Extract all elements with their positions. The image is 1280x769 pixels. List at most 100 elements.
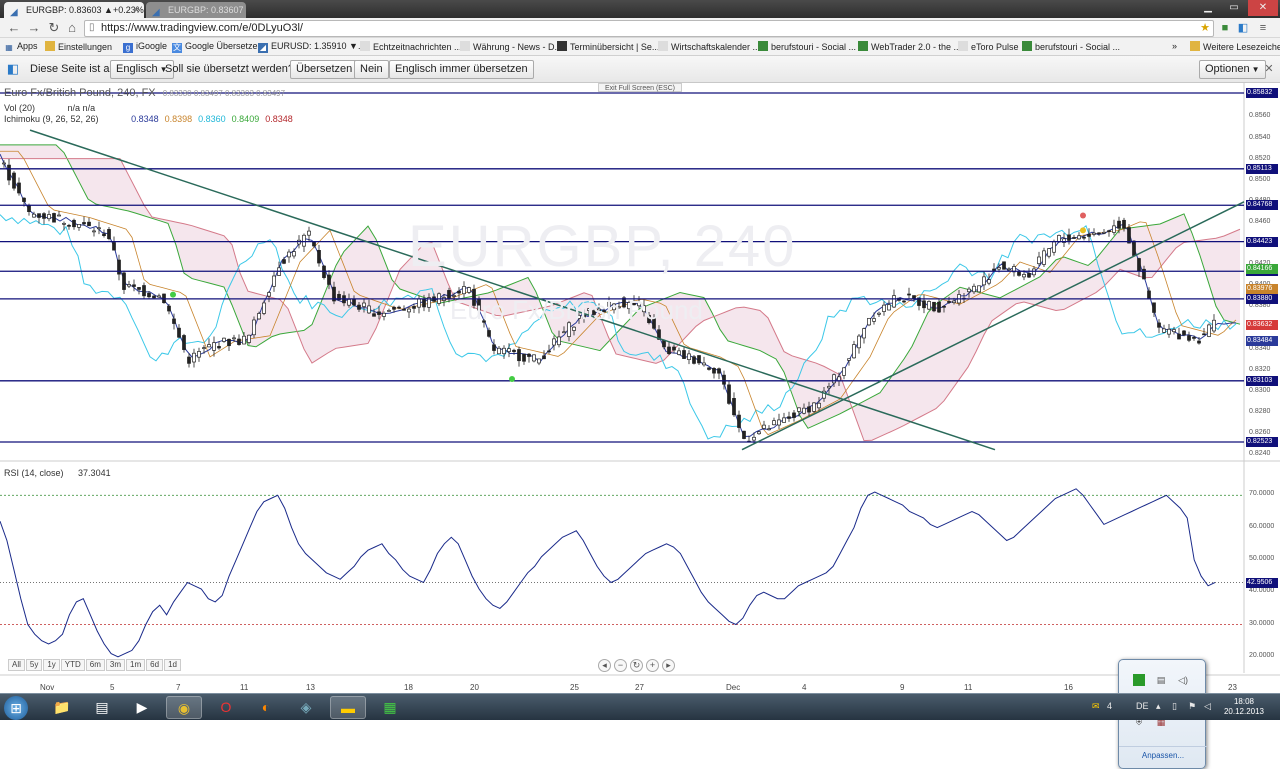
bookmark-etoro[interactable]: eToro Pulse: [958, 41, 1019, 52]
signal-marker: [509, 376, 515, 383]
zoom-in-icon[interactable]: +: [646, 659, 659, 672]
timeframe-button[interactable]: YTD: [60, 659, 85, 671]
customize-link[interactable]: Anpassen...: [1119, 746, 1207, 760]
firefox-icon[interactable]: ◐: [248, 696, 284, 719]
price-tick-label: 0.8500: [1249, 175, 1271, 183]
opera-icon[interactable]: O: [208, 696, 244, 719]
bookmark-echtzeit[interactable]: Echtzeitnachrichten ...: [360, 41, 462, 52]
chrome-icon[interactable]: ◉: [166, 696, 202, 719]
timeframe-button[interactable]: All: [8, 659, 25, 671]
extension-icon[interactable]: ■: [1218, 21, 1232, 35]
explorer-icon[interactable]: 📁: [44, 696, 80, 719]
candle-body: [22, 197, 26, 202]
options-button[interactable]: Optionen ▼: [1199, 60, 1266, 79]
url-field[interactable]: ▯ https://www.tradingview.com/e/0DLyuO3l…: [84, 20, 1214, 37]
candle-body: [1042, 250, 1046, 265]
translate-prefix: Diese Seite ist auf: [30, 63, 119, 75]
green-app-icon[interactable]: [1133, 674, 1145, 686]
candle-body: [307, 230, 311, 236]
bookmark-webtrader[interactable]: WebTrader 2.0 - the ...: [858, 41, 961, 52]
candle-body: [1027, 273, 1031, 278]
ichimoku-value: 0.8409: [231, 114, 260, 124]
zoom-out-icon[interactable]: −: [614, 659, 627, 672]
network-icon[interactable]: ▯: [1172, 701, 1177, 712]
volume-legend[interactable]: Vol (20) n/a n/a: [4, 103, 95, 113]
minimize-icon[interactable]: ▁: [1196, 0, 1220, 16]
candle-body: [517, 349, 521, 362]
candle-body: [412, 306, 416, 309]
windows-start-icon[interactable]: ⊞: [4, 696, 28, 720]
device-icon[interactable]: ▤: [1155, 674, 1167, 686]
speaker-icon[interactable]: ◁): [1177, 674, 1189, 686]
volume-icon[interactable]: ◁: [1204, 701, 1211, 712]
bookmark-igoogle[interactable]: g iGoogle: [123, 41, 167, 53]
bookmark-weitere[interactable]: Weitere Lesezeichen: [1190, 41, 1280, 52]
always-translate-button[interactable]: Englisch immer übersetzen: [389, 60, 534, 79]
language-select[interactable]: Englisch ▼: [110, 60, 174, 79]
mail-icon[interactable]: ✉: [1092, 701, 1100, 712]
library-icon[interactable]: ▤: [84, 696, 120, 719]
candle-body: [347, 299, 351, 306]
reset-icon[interactable]: ↻: [630, 659, 643, 672]
folder-icon[interactable]: ▬: [330, 696, 366, 719]
forward-icon[interactable]: →: [26, 20, 42, 36]
bookmark-google-uebersetzer[interactable]: 文 Google Übersetzer: [172, 41, 261, 53]
timeframe-button[interactable]: 3m: [105, 659, 126, 671]
exit-fullscreen-button[interactable]: Exit Full Screen (ESC): [598, 83, 682, 92]
chevron-right-icon[interactable]: »: [1172, 41, 1177, 51]
bookmark-einstellungen[interactable]: Einstellungen: [45, 41, 117, 52]
translate-icon[interactable]: ◧: [1236, 21, 1250, 35]
reload-icon[interactable]: ↻: [46, 20, 62, 36]
timeframe-button[interactable]: 5y: [25, 659, 43, 671]
folder-icon: [45, 41, 55, 51]
bookmark-star-icon[interactable]: ★: [1198, 21, 1212, 35]
system-clock[interactable]: 18:08 20.12.2013: [1222, 697, 1266, 717]
menu-icon[interactable]: ≡: [1256, 21, 1270, 35]
bookmark-berufstouri-2[interactable]: berufstouri - Social ...: [1022, 41, 1120, 52]
flag-icon[interactable]: ⚑: [1188, 701, 1196, 712]
price-chart-canvas[interactable]: [0, 83, 1280, 693]
timeframe-button[interactable]: 6m: [85, 659, 105, 671]
timeframe-button[interactable]: 1y: [43, 659, 60, 671]
maximize-icon[interactable]: ▭: [1222, 0, 1246, 16]
spreadsheet-icon[interactable]: ▦: [372, 696, 408, 719]
scroll-right-icon[interactable]: ▸: [662, 659, 675, 672]
rsi-tick-label: 40.0000: [1249, 587, 1275, 595]
ichimoku-values: 0.8348 0.8398 0.8360 0.8409 0.8348: [131, 114, 299, 124]
timeframe-button[interactable]: 6d: [146, 659, 164, 671]
candle-body: [132, 284, 136, 287]
clock-time: 18:08: [1233, 697, 1255, 706]
bookmark-termin[interactable]: Terminübersicht | Se...: [557, 41, 659, 52]
bookmark-apps[interactable]: ▦ Apps: [4, 41, 37, 53]
tab-eurgbp-active[interactable]: ◢ EURGBP: 0.83603 ▲+0.23% ✕: [4, 2, 144, 18]
rsi-legend[interactable]: RSI (14, close) 37.3041: [4, 468, 111, 478]
trading-app-icon[interactable]: ◈: [288, 696, 324, 719]
language-indicator[interactable]: DE: [1136, 701, 1149, 711]
media-player-icon[interactable]: ▶: [124, 696, 160, 719]
ichimoku-legend[interactable]: Ichimoku (9, 26, 52, 26) 0.8348 0.8398 0.8…: [4, 114, 299, 124]
candle-body: [1087, 234, 1091, 237]
home-icon[interactable]: ⌂: [64, 20, 80, 36]
chart-container[interactable]: EURGBP, 240 Euro Fx/British Pound Exit F…: [0, 83, 1280, 769]
close-icon[interactable]: ✕: [132, 2, 140, 18]
bookmark-berufstouri-1[interactable]: berufstouri - Social ...: [758, 41, 856, 52]
bookmark-eurusd[interactable]: ◢ EURUSD: 1.35910 ▼...: [258, 41, 365, 53]
candle-body: [762, 424, 766, 429]
tab-eurgbp-inactive[interactable]: ◢ EURGBP: 0.83607 ▲+0.2...: [146, 2, 246, 18]
bookmark-waehrung[interactable]: Währung - News - D...: [460, 41, 562, 52]
translate-button[interactable]: Übersetzen: [290, 60, 359, 79]
indicator-price-badge: 0.83484: [1246, 335, 1278, 346]
google-icon: g: [123, 43, 133, 53]
back-icon[interactable]: ←: [6, 20, 22, 36]
timeframe-button[interactable]: 1d: [164, 659, 181, 671]
bookmark-wirtschaft[interactable]: Wirtschaftskalender ...: [658, 41, 760, 52]
no-button[interactable]: Nein: [354, 60, 389, 79]
price-tick-label: 0.8300: [1249, 386, 1271, 394]
scroll-left-icon[interactable]: ◂: [598, 659, 611, 672]
candle-body: [672, 346, 676, 351]
candle-body: [732, 398, 736, 416]
window-close-icon[interactable]: ✕: [1248, 0, 1278, 16]
timeframe-button[interactable]: 1m: [126, 659, 146, 671]
close-icon[interactable]: ✕: [1262, 62, 1276, 76]
show-hidden-icons[interactable]: ▴: [1156, 701, 1161, 712]
